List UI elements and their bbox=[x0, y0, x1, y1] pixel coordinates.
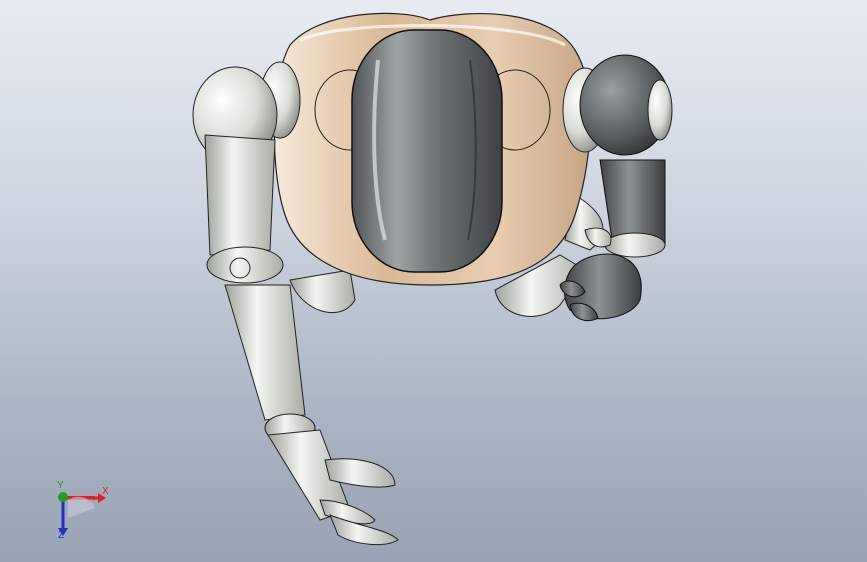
x-axis-label: X bbox=[102, 486, 109, 497]
robot-model[interactable] bbox=[0, 0, 867, 562]
head bbox=[351, 29, 503, 273]
coordinate-triad: X Y Z bbox=[40, 478, 120, 548]
y-axis-label: Y bbox=[57, 480, 64, 491]
graphics-viewport[interactable]: X Y Z bbox=[0, 0, 867, 562]
z-axis-label: Z bbox=[58, 530, 65, 541]
